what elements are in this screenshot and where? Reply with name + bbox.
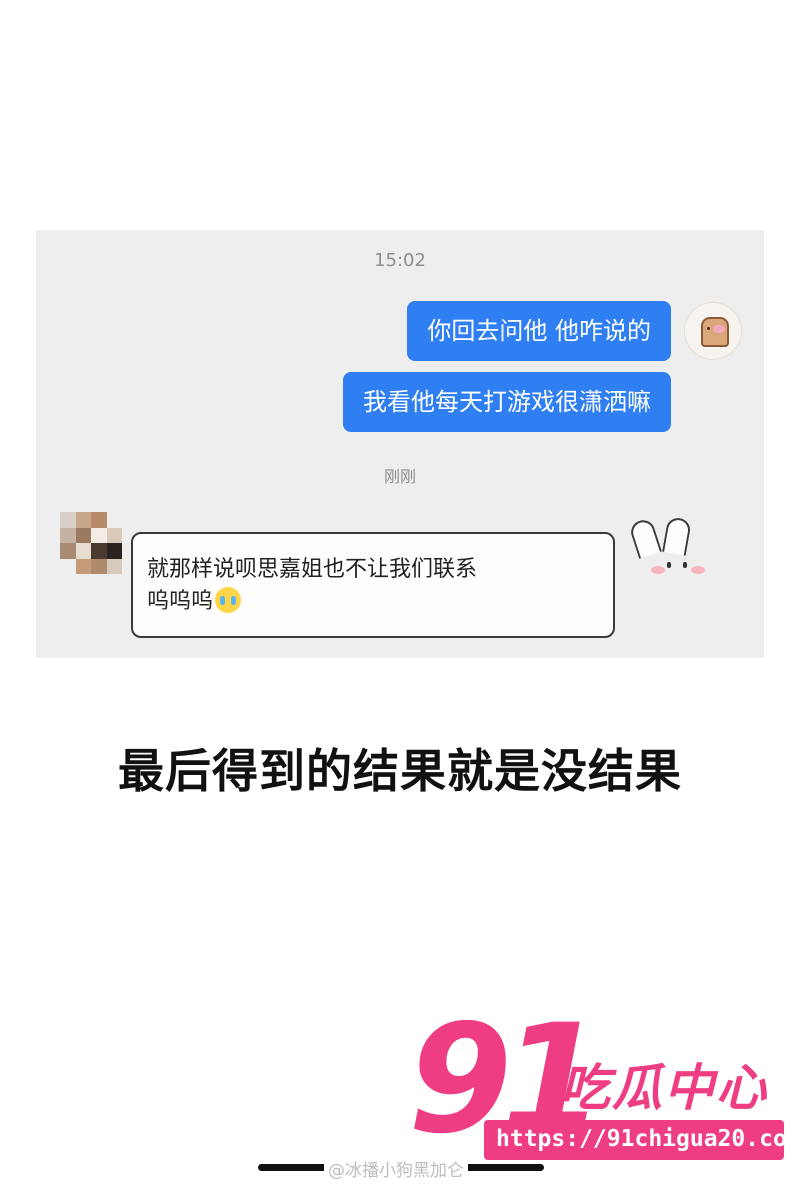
message-text: 就那样说呗思嘉姐也不让我们联系 <box>147 557 478 582</box>
logo-url: https://91chigua20.com <box>496 1126 800 1152</box>
timestamp: 15:02 <box>374 250 426 271</box>
timestamp: 刚刚 <box>383 467 416 486</box>
message-text: 呜呜呜 <box>147 589 214 614</box>
crying-emoji-icon <box>215 587 242 613</box>
logo-text: 吃瓜中心 <box>560 1059 768 1117</box>
outgoing-message-bubble[interactable]: 我看他每天打游戏很潇洒嘛 <box>343 372 671 432</box>
logo-url-banner: https://91chigua20.com <box>484 1120 800 1160</box>
message-text: 你回去问他 他咋说的 <box>427 317 651 345</box>
toast-avatar-icon <box>701 317 729 347</box>
weibo-watermark: @冰播小狗黑加仑 <box>258 1156 544 1181</box>
incoming-message-bubble[interactable]: 就那样说呗思嘉姐也不让我们联系 呜呜呜 <box>131 516 705 638</box>
my-avatar[interactable] <box>684 302 742 360</box>
bunny-bubble-decoration <box>625 516 713 590</box>
caption-heading: 最后得到的结果就是没结果 <box>118 744 682 798</box>
outgoing-message-bubble[interactable]: 你回去问他 他咋说的 <box>407 301 671 361</box>
message-text: 我看他每天打游戏很潇洒嘛 <box>363 388 651 416</box>
chat-screenshot: 15:02 你回去问他 他咋说的 我看他每天打游戏很潇洒嘛 刚刚 就那样说呗思嘉… <box>36 230 764 658</box>
contact-avatar-pixelated[interactable] <box>60 512 122 574</box>
watermark-text: @冰播小狗黑加仑 <box>324 1156 468 1181</box>
